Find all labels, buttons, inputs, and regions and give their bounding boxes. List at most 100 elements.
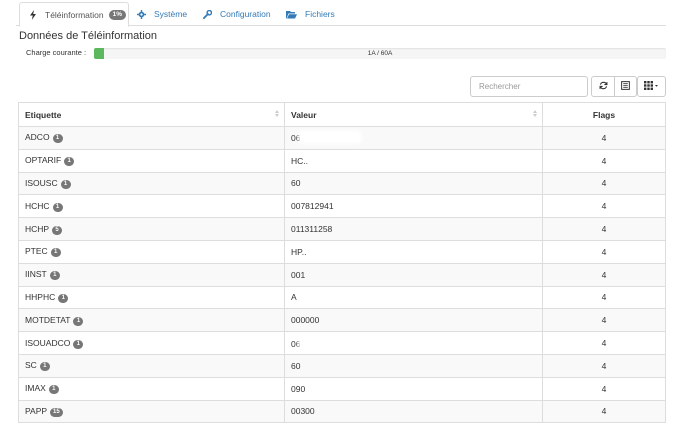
tab-bar: Téléinformation 1% Système Configuration… xyxy=(16,0,666,27)
row-label: SC xyxy=(25,360,37,371)
list-icon xyxy=(621,81,630,92)
row-count-badge: 1 xyxy=(50,248,61,258)
refresh-icon xyxy=(599,81,608,92)
row-value: 090 xyxy=(291,383,306,394)
cell-valeur: HC.. xyxy=(284,148,543,173)
columns-dropdown-button[interactable] xyxy=(637,76,666,97)
cell-flags: 4 xyxy=(542,376,666,401)
cell-flags: 4 xyxy=(542,262,666,287)
row-count-badge: 1 xyxy=(58,293,69,303)
row-count-badge: 1 xyxy=(49,271,60,281)
table-row: ISOUSC 1 60 4 xyxy=(18,171,666,196)
row-value: 011311258 xyxy=(291,224,333,235)
toggle-view-button[interactable] xyxy=(615,76,637,97)
column-header-etiquette[interactable]: Etiquette xyxy=(18,102,285,127)
row-count-badge: 1 xyxy=(73,316,84,326)
row-value: 60 xyxy=(291,360,301,371)
row-count-badge: 1 xyxy=(73,339,84,349)
cell-valeur: 00300 xyxy=(284,399,543,424)
sort-icon xyxy=(275,110,279,117)
table-row: IINST 1 001 4 xyxy=(18,262,666,287)
toolbar-button-group xyxy=(591,76,637,97)
cell-flags: 4 xyxy=(542,148,666,173)
tab-label: Système xyxy=(154,9,188,19)
charge-progress-text: 1A / 60A xyxy=(367,50,393,57)
cell-etiquette: ISOUSC 1 xyxy=(18,171,285,196)
sort-icon xyxy=(533,110,537,117)
cell-etiquette: ADCO 1 xyxy=(18,126,285,150)
row-value: 001 xyxy=(291,269,306,280)
column-header-flags: Flags xyxy=(542,102,666,127)
row-label: MOTDETAT xyxy=(25,314,71,325)
table-row: MOTDETAT 1 000000 4 xyxy=(18,308,666,333)
cell-flags: 4 xyxy=(542,285,666,310)
row-label: PTEC xyxy=(25,246,48,257)
tab-label: Téléinformation xyxy=(45,9,104,20)
cell-valeur: 011311258 xyxy=(284,217,543,241)
row-value: 06 xyxy=(291,133,301,144)
row-value: A xyxy=(291,292,297,303)
cell-etiquette: PAPP 15 xyxy=(18,399,285,424)
cell-flags: 4 xyxy=(542,308,666,333)
row-count-badge: 5 xyxy=(52,225,63,235)
row-value: HC.. xyxy=(291,155,308,166)
tab-configuration[interactable]: Configuration xyxy=(203,2,271,26)
search-input[interactable] xyxy=(470,76,588,97)
row-label: IINST xyxy=(25,269,47,280)
cell-flags: 4 xyxy=(542,217,666,241)
table-row: ISOUADCO 1 06 4 xyxy=(18,331,666,355)
cell-etiquette: PTEC 1 xyxy=(18,239,285,264)
row-value: HP.. xyxy=(291,246,307,257)
cell-etiquette: HCHC 1 xyxy=(18,194,285,219)
cell-flags: 4 xyxy=(542,239,666,264)
row-count-badge: 1 xyxy=(39,362,50,372)
row-label: HCHP xyxy=(25,223,50,234)
refresh-button[interactable] xyxy=(591,76,615,97)
table-header-row: Etiquette Valeur Flags xyxy=(18,102,666,127)
cell-etiquette: IMAX 1 xyxy=(18,376,285,401)
row-value: 60 xyxy=(291,178,301,189)
cell-flags: 4 xyxy=(542,331,666,355)
column-header-label: Etiquette xyxy=(25,109,62,120)
table-row: SC 1 60 4 xyxy=(18,353,666,378)
cell-flags: 4 xyxy=(542,126,666,150)
row-count-badge: 1 xyxy=(64,157,75,167)
cell-etiquette: OPTARIF 1 xyxy=(18,148,285,173)
section-title: Données de Téléinformation xyxy=(19,30,157,42)
row-label: OPTARIF xyxy=(25,155,62,166)
column-header-label: Flags xyxy=(592,109,616,120)
row-label: PAPP xyxy=(25,405,48,416)
teleinfo-table: Etiquette Valeur Flags ADCO 1 06 4 OPTARIF 1 H… xyxy=(18,102,666,424)
column-header-valeur[interactable]: Valeur xyxy=(284,102,543,127)
row-value: 000000 xyxy=(291,315,320,326)
cell-etiquette: ISOUADCO 1 xyxy=(18,331,285,355)
table-row: HCHP 5 011311258 4 xyxy=(18,217,666,241)
row-label: IMAX xyxy=(25,383,46,394)
row-count-badge: 1 xyxy=(52,202,63,212)
cell-valeur: 090 xyxy=(284,376,543,401)
table-row: HCHC 1 007812941 4 xyxy=(18,194,666,219)
table-row: IMAX 1 090 4 xyxy=(18,376,666,401)
tab-label: Fichiers xyxy=(305,9,335,19)
tab-badge: 1% xyxy=(108,9,126,20)
row-label: ISOUSC xyxy=(25,177,58,188)
cell-etiquette: HHPHC 1 xyxy=(18,285,285,310)
cell-valeur: 001 xyxy=(284,262,543,287)
row-value: 00300 xyxy=(291,406,315,417)
charge-progress-bar: 1A / 60A xyxy=(94,48,666,59)
row-label: HCHC xyxy=(25,200,50,211)
row-label: ADCO xyxy=(25,132,50,143)
cell-flags: 4 xyxy=(542,399,666,424)
tab-fichiers[interactable]: Fichiers xyxy=(286,2,335,26)
table-body: ADCO 1 06 4 OPTARIF 1 HC.. 4 ISOUSC 1 60 4 HCHC 1 0078… xyxy=(18,126,666,424)
cell-valeur: 06 xyxy=(284,331,543,355)
cell-flags: 4 xyxy=(542,194,666,219)
tab-teleinformation[interactable]: Téléinformation 1% xyxy=(19,2,129,27)
folder-open-icon xyxy=(286,10,297,19)
grid-icon xyxy=(644,81,659,92)
row-count-badge: 1 xyxy=(52,134,63,144)
table-row: OPTARIF 1 HC.. 4 xyxy=(18,148,666,173)
wrench-icon xyxy=(203,9,212,19)
tab-systeme[interactable]: Système xyxy=(137,2,187,26)
row-label: HHPHC xyxy=(25,291,56,302)
